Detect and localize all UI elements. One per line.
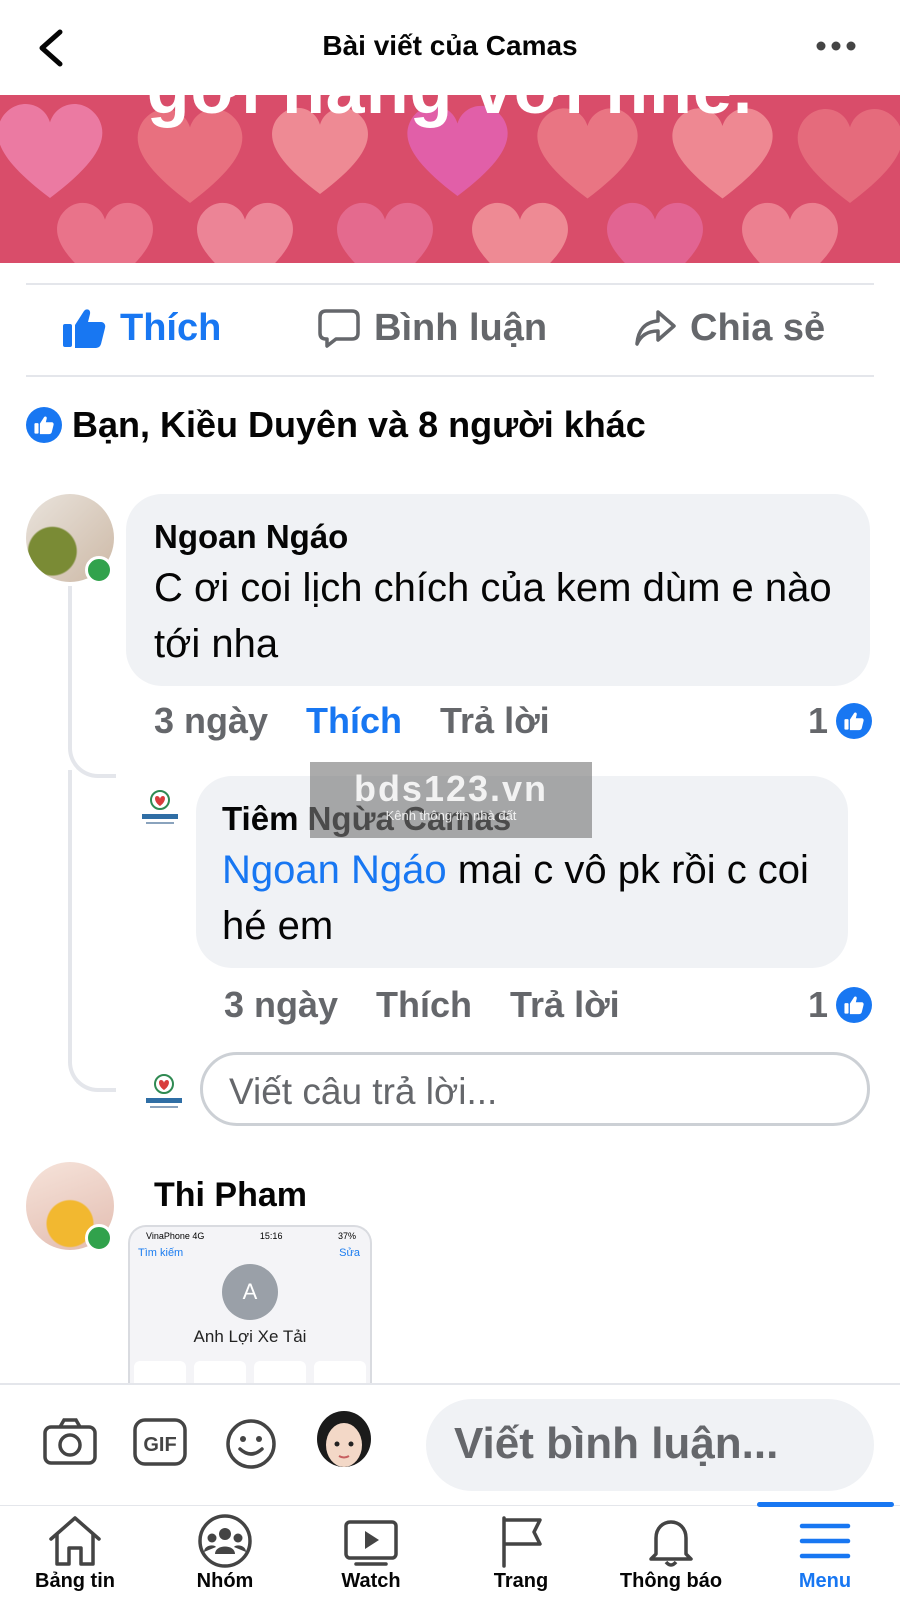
thread-line: [68, 770, 116, 1092]
camas-logo-icon: [146, 1074, 182, 1108]
post-banner-image: gởi hàng với nhé.: [0, 95, 900, 263]
online-status-dot: [85, 556, 113, 584]
mention-link[interactable]: Ngoan Ngáo: [222, 848, 447, 892]
comment-time: 3 ngày: [154, 700, 269, 741]
heart-decoration-icon: [742, 202, 838, 263]
heart-decoration-icon: [197, 202, 293, 263]
share-button[interactable]: Chia sẻ: [634, 303, 825, 353]
share-arrow-icon: [635, 310, 676, 346]
tab-watch[interactable]: Watch: [296, 1506, 446, 1601]
heart-decoration-icon: [57, 202, 153, 263]
reply-text: Ngoan Ngáo mai c vô pk rồi c coi hé em: [222, 848, 809, 948]
top-header: Bài viết của Camas: [0, 0, 900, 95]
comment-author[interactable]: Ngoan Ngáo: [154, 518, 348, 556]
flag-icon: [502, 1516, 542, 1568]
svg-text:GIF: GIF: [143, 1434, 176, 1456]
comment-meta: 3 ngày Thích Trả lời: [154, 700, 588, 742]
like-button[interactable]: Thích: [62, 303, 221, 353]
bell-icon: [649, 1520, 693, 1567]
comment-composer: GIF Viết bình luận...: [0, 1383, 900, 1507]
post-action-bar: Thích Bình luận Chia sẻ: [26, 283, 874, 377]
thread-line: [68, 586, 116, 778]
comment-like-button[interactable]: Thích: [306, 700, 402, 742]
watch-icon: [344, 1520, 398, 1566]
more-horizontal-icon[interactable]: [816, 34, 856, 58]
comment-author[interactable]: Thi Pham: [154, 1176, 307, 1215]
emoji-icon[interactable]: [224, 1417, 278, 1471]
camera-icon[interactable]: [42, 1417, 98, 1467]
tab-home[interactable]: Bảng tin: [0, 1506, 150, 1601]
like-reaction-icon: [836, 987, 873, 1023]
page-title: Bài viết của Camas: [322, 30, 578, 61]
like-reaction-icon: [26, 407, 62, 443]
reply-meta: 3 ngày Thích Trả lời: [224, 984, 658, 1026]
bottom-tab-bar: Bảng tin Nhóm Watch Trang Thông báo Menu: [0, 1502, 900, 1601]
like-label: Thích: [120, 306, 222, 349]
comment-bubble-icon: [318, 309, 360, 348]
heart-decoration-icon: [607, 202, 703, 263]
page-logo-avatar[interactable]: [134, 784, 186, 836]
comment-button[interactable]: Bình luận: [318, 303, 547, 353]
comment-bubble: Ngoan Ngáo C ơi coi lịch chích của kem d…: [126, 494, 870, 686]
reply-like-button[interactable]: Thích: [376, 984, 472, 1026]
reply-input[interactable]: Viết câu trả lời...: [200, 1052, 870, 1126]
comment-label: Bình luận: [374, 306, 548, 349]
gif-icon[interactable]: GIF: [132, 1417, 188, 1467]
reply-like-count[interactable]: 1: [808, 984, 873, 1026]
tab-menu[interactable]: Menu: [750, 1506, 900, 1601]
menu-icon: [799, 1523, 851, 1559]
thumbs-up-icon: [63, 309, 106, 348]
avatar-sticker-icon[interactable]: [314, 1409, 374, 1475]
heart-decoration-icon: [472, 202, 568, 263]
like-reaction-icon: [836, 703, 873, 739]
home-icon: [49, 1516, 101, 1566]
comment-text: C ơi coi lịch chích của kem dùm e nào tớ…: [154, 566, 832, 666]
comment-attachment-image[interactable]: VinaPhone 4G 15:16 37% Tìm kiếm Sửa A Anh L…: [128, 1225, 372, 1387]
reply-reply-button[interactable]: Trả lời: [510, 984, 620, 1026]
tab-notifications[interactable]: Thông báo: [596, 1506, 746, 1601]
tab-groups[interactable]: Nhóm: [150, 1506, 300, 1601]
camas-logo-icon: [142, 790, 178, 824]
heart-decoration-icon: [337, 202, 433, 263]
reactions-summary[interactable]: Bạn, Kiều Duyên và 8 người khác: [26, 400, 646, 450]
own-page-logo-avatar: [138, 1068, 190, 1120]
reply-time: 3 ngày: [224, 984, 339, 1025]
watermark: bds123.vn Kênh thông tin nhà đất: [310, 762, 592, 838]
banner-text: gởi hàng với nhé.: [0, 95, 900, 129]
groups-icon: [198, 1514, 252, 1568]
reactions-text: Bạn, Kiều Duyên và 8 người khác: [72, 404, 646, 445]
comment-input[interactable]: Viết bình luận...: [426, 1399, 874, 1491]
online-status-dot: [85, 1224, 113, 1252]
comment-reply-button[interactable]: Trả lời: [440, 700, 550, 742]
share-label: Chia sẻ: [690, 306, 826, 349]
tab-pages[interactable]: Trang: [446, 1506, 596, 1601]
comment-like-count[interactable]: 1: [808, 700, 873, 742]
